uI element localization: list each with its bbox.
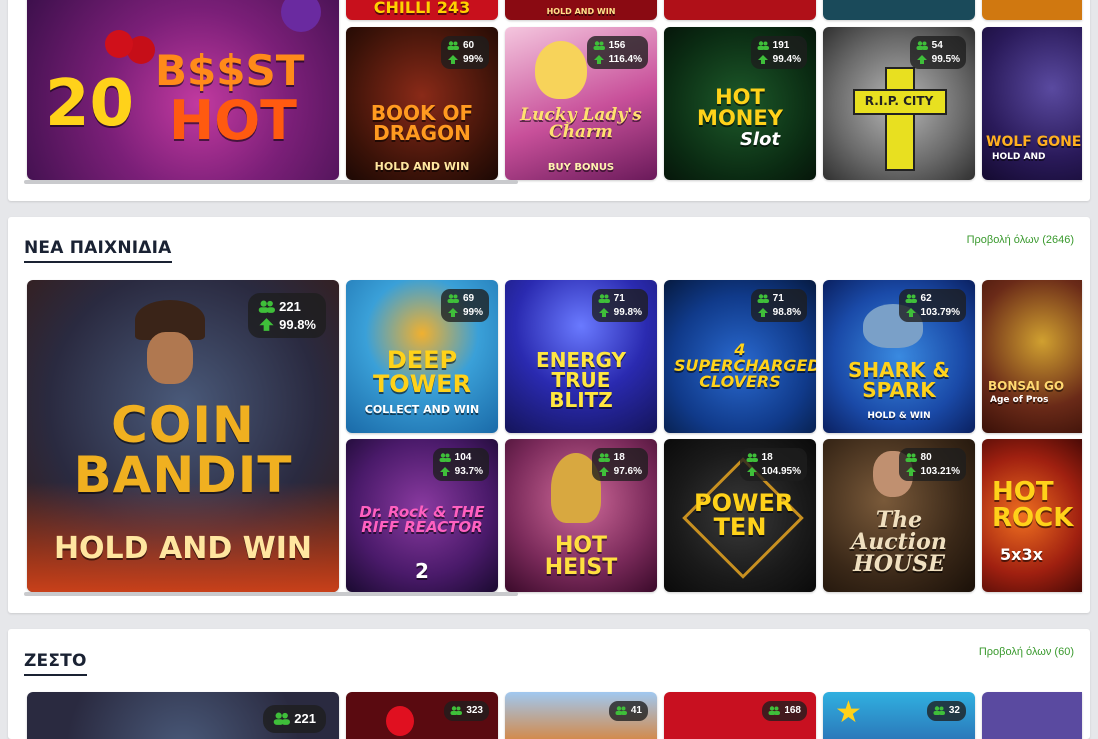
cowboy-face (147, 332, 193, 384)
rtp-icon (757, 54, 768, 64)
new-games-section: ΝΕΑ ΠΑΙΧΝΙΔΙΑ Προβολή όλων (2646) COIN B… (8, 217, 1090, 613)
players-icon (768, 706, 781, 716)
rtp-icon (916, 54, 927, 64)
strip-tile-5[interactable] (982, 0, 1082, 20)
players-icon (757, 41, 769, 51)
game-stats-badge: 60 99% (440, 36, 489, 69)
view-all-link[interactable]: Προβολή όλων (60) (979, 646, 1074, 658)
rtp-icon (905, 307, 916, 317)
top-games-section: 20 B$$ST HOT CHILLI 243 HOLD AND WIN BOO… (8, 0, 1090, 201)
game-tile-dr-rock-riff-reactor[interactable]: Dr. Rock & THE RIFF REACTOR 2 104 93.7% (346, 439, 498, 592)
players-icon (598, 453, 610, 463)
strip-tile-3[interactable] (664, 0, 816, 20)
game-stats-badge: 69 99% (440, 289, 489, 322)
game-tile-power-ten[interactable]: POWER TEN 18 104.95% (664, 439, 816, 592)
game-stats-badge: 71 99.8% (591, 289, 648, 322)
strip-tile-2[interactable]: HOLD AND WIN (505, 0, 657, 20)
strip-tile-1[interactable]: CHILLI 243 (346, 0, 498, 20)
game-tile-hot-2[interactable]: 41 (505, 692, 657, 739)
featured-game-number: 20 (45, 67, 135, 141)
cherries-icon (105, 30, 133, 58)
featured-game-subtitle: HOLD AND WIN (53, 531, 313, 566)
cross-icon (885, 67, 915, 171)
game-tile-shark-and-spark[interactable]: SHARK & SPARK HOLD & WIN 62 103.79% (823, 280, 975, 433)
players-icon (258, 300, 276, 314)
section-title: ΖΕΣΤΟ (24, 651, 87, 676)
players-icon (439, 453, 451, 463)
view-all-link[interactable]: Προβολή όλων (2646) (967, 234, 1074, 246)
game-stats-badge: 32 (926, 701, 966, 721)
game-tile-wolf-gone[interactable]: WOLF GONE HOLD AND (982, 27, 1082, 180)
rtp-icon (259, 317, 274, 331)
rtp-icon (598, 466, 609, 476)
players-icon (447, 294, 459, 304)
rtp-icon (439, 466, 450, 476)
players-icon (274, 712, 291, 726)
strip-tile-4[interactable] (823, 0, 975, 20)
section-title: ΝΕΑ ΠΑΙΧΝΙΔΙΑ (24, 238, 172, 263)
game-stats-badge: 18 97.6% (591, 448, 648, 481)
game-stats-badge: 41 (608, 701, 648, 721)
horizontal-scrollbar[interactable] (24, 180, 518, 184)
players-icon (746, 453, 758, 463)
star-icon: ★ (835, 696, 862, 729)
game-stats-badge: 323 (444, 701, 489, 721)
game-tile-supercharged-clovers[interactable]: 4 SUPERCHARGED CLOVERS 71 98.8% (664, 280, 816, 433)
game-stats-badge: 18 104.95% (739, 448, 807, 481)
rtp-icon (447, 307, 458, 317)
game-stats-badge: 168 (762, 701, 807, 721)
featured-game-tile[interactable]: 221 (27, 692, 339, 739)
rtp-icon (746, 466, 757, 476)
game-stats-badge: 80 103.21% (898, 448, 966, 481)
horizontal-scrollbar[interactable] (24, 592, 518, 596)
players-icon (757, 294, 769, 304)
game-tile-bonsai[interactable]: BONSAI GO Age of Pros (982, 280, 1082, 433)
game-tile-deep-tower[interactable]: DEEP TOWER COLLECT AND WIN 69 99% (346, 280, 498, 433)
game-tile-hot-4[interactable]: ★ 32 (823, 692, 975, 739)
featured-game-coin-bandit[interactable]: COIN BANDIT HOLD AND WIN 221 99.8% (27, 280, 339, 592)
game-tile-book-of-dragon[interactable]: BOOK OF DRAGON HOLD AND WIN 60 99% (346, 27, 498, 180)
featured-game-tile[interactable]: 20 B$$ST HOT (27, 0, 339, 180)
game-tile-rip-city[interactable]: R.I.P. CITY 54 99.5% (823, 27, 975, 180)
players-icon (933, 706, 945, 716)
game-tile-hot-5[interactable] (982, 692, 1082, 739)
rtp-icon (905, 466, 916, 476)
game-stats-badge: 191 99.4% (750, 36, 807, 69)
players-icon (447, 41, 459, 51)
players-icon (905, 453, 917, 463)
strawberry-icon (386, 706, 414, 736)
game-stats-badge: 156 116.4% (586, 36, 648, 69)
featured-game-boost: B$$ST (155, 46, 305, 95)
game-stats-badge: 221 99.8% (248, 293, 326, 339)
hot-section: ΖΕΣΤΟ Προβολή όλων (60) 221 323 41 168 ★… (8, 629, 1090, 739)
game-tile-auction-house[interactable]: The Auction HOUSE 80 103.21% (823, 439, 975, 592)
game-tile-lucky-ladys-charm[interactable]: Lucky Lady's Charm BUY BONUS 156 116.4% (505, 27, 657, 180)
rtp-icon (447, 54, 458, 64)
players-icon (905, 294, 917, 304)
game-stats-badge: 221 (263, 705, 326, 733)
grapes-icon (281, 0, 321, 32)
rtp-icon (598, 307, 609, 317)
game-tile-hot-heist[interactable]: HOT HEIST 18 97.6% (505, 439, 657, 592)
lady-figure (535, 41, 587, 99)
players-icon (916, 41, 928, 51)
game-tile-energy-true-blitz[interactable]: ENERGY TRUE BLITZ 71 99.8% (505, 280, 657, 433)
game-stats-badge: 62 103.79% (898, 289, 966, 322)
game-stats-badge: 104 93.7% (432, 448, 489, 481)
players-icon (593, 41, 605, 51)
players-icon (450, 706, 463, 716)
game-tile-hot-money[interactable]: HOT MONEY Slot 191 99.4% (664, 27, 816, 180)
rtp-icon (593, 54, 604, 64)
rtp-icon (757, 307, 768, 317)
featured-game-title: COIN BANDIT (73, 396, 293, 504)
players-icon (615, 706, 627, 716)
game-tile-hot-rock[interactable]: HOT ROCK 5x3x (982, 439, 1082, 592)
game-stats-badge: 71 98.8% (750, 289, 807, 322)
game-tile-hot-3[interactable]: 168 (664, 692, 816, 739)
players-icon (598, 294, 610, 304)
featured-game-hot: HOT (169, 89, 297, 152)
game-stats-badge: 54 99.5% (909, 36, 966, 69)
game-tile-hot-1[interactable]: 323 (346, 692, 498, 739)
